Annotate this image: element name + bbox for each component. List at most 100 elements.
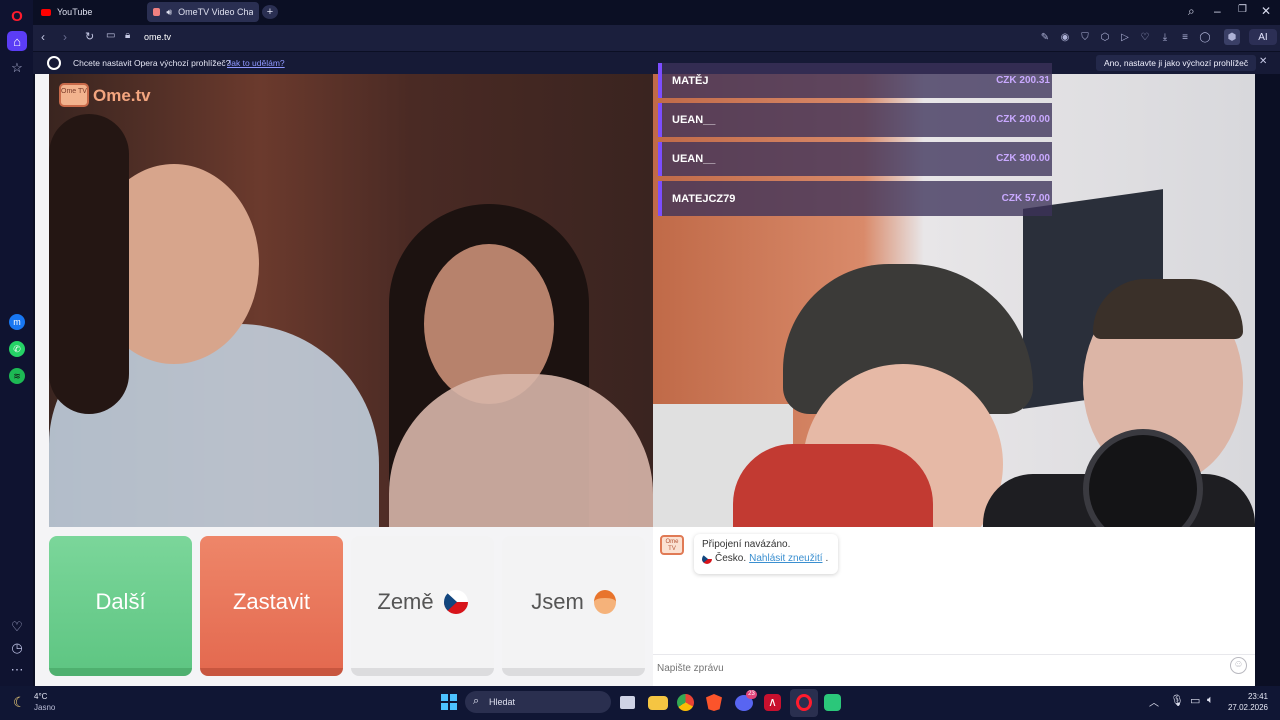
forward-icon[interactable]: › (63, 30, 67, 44)
adobe-icon[interactable]: ∧ (764, 694, 781, 711)
bookmark-icon[interactable]: ☆ (7, 58, 27, 78)
lock-icon: 🔒︎ (125, 30, 131, 41)
more-icon[interactable]: ⋯ (7, 660, 27, 680)
clock-date[interactable]: 27.02.2026 (1220, 703, 1268, 712)
country-label: Země (377, 589, 434, 614)
donor-name: UEAN__ (672, 114, 716, 126)
donor-name: UEAN__ (672, 153, 716, 165)
chat-app-icon[interactable] (824, 694, 841, 711)
taskbar-search[interactable]: ⌕ Hledat (465, 691, 611, 713)
tab-ometv[interactable]: 🔊︎ OmeTV Video Chat -... (147, 2, 259, 22)
ometv-favicon-icon (153, 8, 161, 16)
player-icon[interactable]: ▷ (1119, 31, 1131, 43)
country-name: Česko. (715, 553, 747, 564)
shield-icon[interactable]: ⛉ (1079, 31, 1091, 43)
opera-sidebar: O ⌂ ☆ m ✆ ≋ ♡ ◷ ⋯ (0, 0, 33, 686)
donation-amount: CZK 57.00 (1001, 193, 1050, 204)
opera-taskbar-active[interactable] (790, 689, 818, 717)
tab-preview-icon[interactable]: ▭ (106, 30, 115, 41)
donation-row: UEAN__ CZK 200.00 (658, 103, 1052, 137)
set-default-button[interactable]: Ano, nastavte ji jako výchozí prohlížeč (1096, 55, 1257, 71)
tab-label: YouTube (57, 7, 93, 17)
discord-badge: 23 (746, 690, 757, 699)
address-bar: ‹ › ↻ ▭ 🔒︎ ome.tv ✎ ◉ ⛉ ⬡ ▷ ♡ ⤓ ≡ ◯ ⬢ AI (33, 25, 1280, 51)
czech-flag-icon (702, 553, 712, 564)
restore-button[interactable]: ❐ (1238, 4, 1247, 15)
windows-start-icon[interactable] (441, 694, 457, 710)
vpn-icon[interactable]: ⬡ (1099, 31, 1111, 43)
moon-icon: ☾ (13, 694, 26, 710)
brave-icon[interactable] (706, 694, 722, 711)
reload-icon[interactable]: ↻ (85, 30, 94, 43)
hair (1093, 279, 1243, 339)
weather-temp[interactable]: 4°C (34, 692, 47, 701)
back-icon[interactable]: ‹ (41, 30, 45, 44)
stop-label: Zastavit (232, 589, 311, 614)
network-icon[interactable]: ▭ (1190, 694, 1200, 707)
edit-icon[interactable]: ✎ (1039, 31, 1051, 43)
country-button[interactable]: Země (351, 536, 494, 676)
url-field[interactable]: ome.tv (144, 32, 171, 42)
country-line: Česko. Nahlásit zneužití. (702, 553, 830, 564)
easy-setup-icon[interactable]: ≡ (1179, 31, 1191, 43)
divider (653, 654, 1255, 655)
download-icon[interactable]: ⤓ (1159, 31, 1171, 43)
emoji-icon[interactable]: ☺ (1230, 657, 1247, 674)
ometv-logo-icon: Ome TV (660, 535, 684, 555)
volume-icon[interactable]: 🔈︎ (1207, 694, 1214, 707)
extensions-icon[interactable]: ⬢ (1224, 29, 1240, 45)
donor-name: MATĚJ (672, 75, 709, 87)
file-explorer-icon[interactable] (648, 696, 668, 710)
clock-time[interactable]: 23:41 (1228, 692, 1268, 701)
new-tab-button[interactable]: + (262, 5, 278, 19)
aria-ai-button[interactable]: AI (1249, 29, 1277, 45)
ometv-logo-icon: Ome TV (59, 83, 89, 107)
minimize-button[interactable]: – (1214, 4, 1221, 18)
mic-tray-icon[interactable]: 🎙︎ (1170, 694, 1184, 707)
task-view-icon[interactable] (620, 696, 635, 709)
report-abuse-link[interactable]: Nahlásit zneužití (749, 553, 822, 564)
weather-desc[interactable]: Jasno (34, 703, 55, 712)
chat-panel: Ome TV Připojení navázáno. Česko. Nahlás… (653, 527, 1255, 686)
heart-icon[interactable]: ♡ (7, 617, 27, 637)
tray-overflow-icon[interactable]: ︿ (1149, 694, 1159, 709)
whatsapp-icon[interactable]: ✆ (9, 341, 25, 357)
messenger-icon[interactable]: m (9, 314, 25, 330)
spotify-icon[interactable]: ≋ (9, 368, 25, 384)
donation-amount: CZK 200.31 (996, 75, 1050, 86)
youtube-icon (41, 8, 51, 16)
search-label: Hledat (489, 697, 516, 707)
home-icon[interactable]: ⌂ (7, 31, 27, 51)
donation-amount: CZK 300.00 (996, 153, 1050, 164)
boy-emoji-icon (593, 590, 616, 614)
search-tabs-icon[interactable]: ⌕ (1188, 4, 1195, 19)
favorites-icon[interactable]: ♡ (1139, 31, 1151, 43)
chrome-icon[interactable] (677, 694, 694, 711)
local-video: Ome TV Ome.tv (49, 74, 653, 527)
tab-youtube[interactable]: YouTube (35, 2, 145, 22)
gender-label: Jsem (531, 589, 584, 614)
connection-status: Připojení navázáno. (702, 539, 791, 550)
close-infobar-button[interactable]: ✕ (1259, 56, 1267, 67)
next-button[interactable]: Další (49, 536, 192, 676)
opera-logo-icon[interactable]: O (7, 6, 27, 26)
history-icon[interactable]: ◷ (7, 638, 27, 658)
opera-icon (796, 694, 812, 711)
system-message: Připojení navázáno. Česko. Nahlásit zneu… (694, 534, 838, 574)
message-input[interactable] (657, 658, 1217, 678)
profile-icon[interactable]: ◯ (1199, 31, 1211, 43)
close-window-button[interactable]: ✕ (1261, 4, 1271, 18)
czech-flag-icon (443, 590, 468, 614)
gender-button[interactable]: Jsem (502, 536, 645, 676)
default-browser-bar: Chcete nastavit Opera výchozí prohlížeč?… (33, 52, 1280, 74)
speaker-icon[interactable]: 🔊︎ (166, 7, 172, 18)
donation-amount: CZK 200.00 (996, 114, 1050, 125)
tab-bar: YouTube 🔊︎ OmeTV Video Chat -... + ⌕ – ❐… (33, 0, 1280, 24)
donation-list: MATĚJ CZK 200.31 UEAN__ CZK 200.00 UEAN_… (658, 63, 1052, 218)
red-shirt (733, 444, 933, 527)
stop-button[interactable]: Zastavit (200, 536, 343, 676)
tab-label: OmeTV Video Chat -... (178, 7, 253, 17)
how-to-link[interactable]: Jak to udělám? (227, 58, 285, 68)
default-browser-question: Chcete nastavit Opera výchozí prohlížeč? (73, 58, 231, 68)
camera-icon[interactable]: ◉ (1059, 31, 1071, 43)
